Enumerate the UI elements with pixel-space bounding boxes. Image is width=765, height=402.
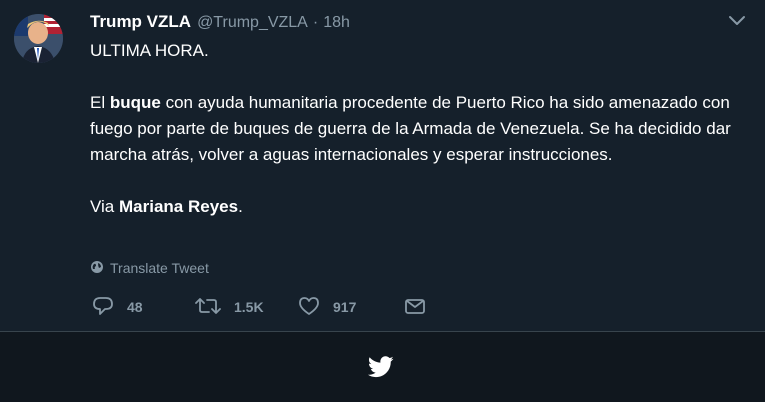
- reply-button[interactable]: 48: [92, 296, 195, 319]
- chevron-down-icon[interactable]: [728, 14, 746, 28]
- text-span: .: [238, 197, 243, 216]
- display-name[interactable]: Trump VZLA: [90, 12, 191, 32]
- separator-dot: ·: [312, 14, 319, 31]
- retweet-count: 1.5K: [234, 299, 264, 315]
- tweet-text: ULTIMA HORA. El buque con ayuda humanita…: [90, 38, 750, 220]
- translate-tweet-link[interactable]: Translate Tweet: [90, 259, 209, 277]
- reply-icon: [92, 296, 114, 319]
- text-span: Via: [90, 197, 119, 216]
- like-button[interactable]: 917: [298, 296, 404, 319]
- twitter-bird-icon[interactable]: [367, 356, 394, 378]
- like-icon: [298, 296, 320, 319]
- text-span: El: [90, 93, 110, 112]
- tweet-paragraph: El buque con ayuda humanitaria procedent…: [90, 90, 750, 168]
- direct-message-button[interactable]: [404, 296, 426, 319]
- tweet-actions: 48 1.5K 917: [92, 294, 426, 320]
- timestamp[interactable]: 18h: [323, 14, 350, 32]
- globe-icon: [90, 260, 110, 277]
- user-handle[interactable]: @Trump_VZLA: [197, 14, 308, 32]
- avatar[interactable]: [14, 14, 63, 63]
- retweet-icon: [195, 296, 221, 319]
- bold-text: Mariana Reyes: [119, 197, 239, 216]
- share-icon: [404, 296, 426, 319]
- bold-text: buque: [109, 93, 161, 112]
- tweet-line: ULTIMA HORA.: [90, 41, 209, 60]
- tweet-paragraph: Via Mariana Reyes.: [90, 194, 750, 220]
- retweet-button[interactable]: 1.5K: [195, 296, 298, 319]
- text-span: con ayuda humanitaria procedente de Puer…: [90, 93, 731, 164]
- reply-count: 48: [127, 299, 143, 315]
- tweet-card[interactable]: Trump VZLA @Trump_VZLA · 18h ULTIMA HORA…: [0, 0, 765, 332]
- like-count: 917: [333, 299, 357, 315]
- translate-label: Translate Tweet: [110, 260, 209, 276]
- tweet-header: Trump VZLA @Trump_VZLA · 18h: [90, 12, 350, 34]
